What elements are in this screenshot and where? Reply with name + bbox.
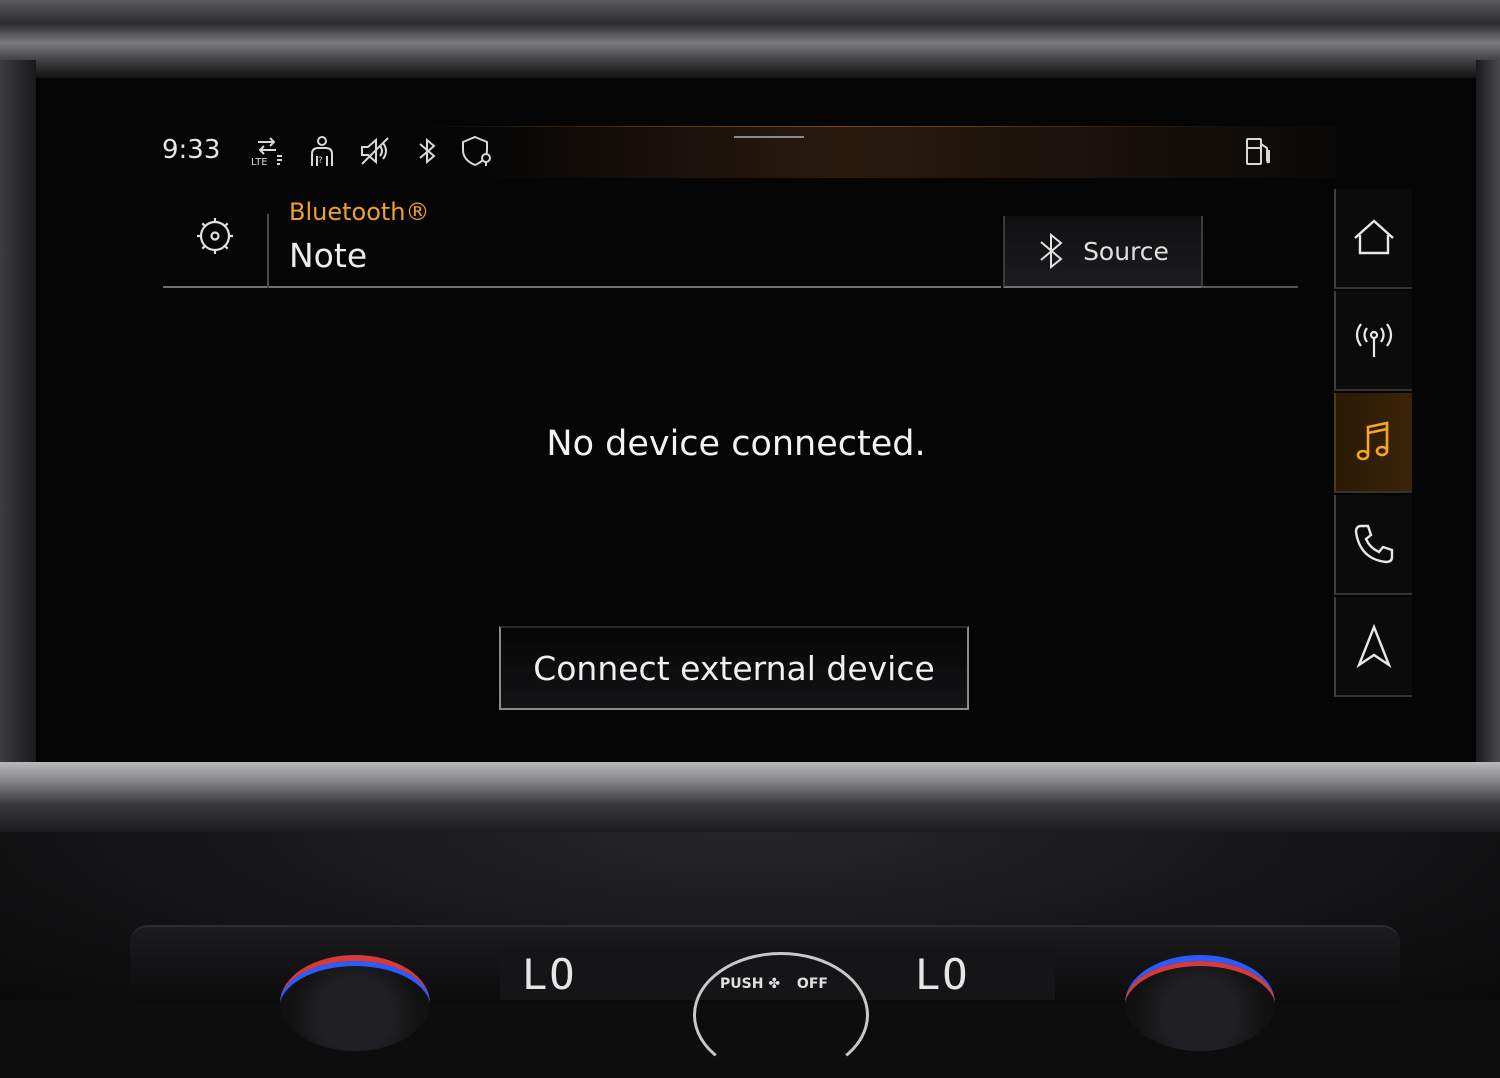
no-device-message: No device connected. bbox=[546, 424, 926, 464]
fan-icon: ✤ bbox=[768, 976, 781, 992]
infotainment-screen: 9:33 LTE ? Bluetooth® Note Source No dev… bbox=[36, 78, 1476, 762]
screen-bezel-top bbox=[0, 0, 1500, 78]
header-underline bbox=[1201, 186, 1298, 288]
nav-media[interactable] bbox=[1334, 393, 1412, 493]
screen-bezel-right bbox=[1476, 60, 1500, 780]
nav-phone[interactable] bbox=[1334, 495, 1412, 595]
bluetooth-icon bbox=[410, 134, 444, 168]
screen-bezel-left bbox=[0, 60, 36, 780]
settings-button[interactable] bbox=[163, 186, 267, 288]
navigation-arrow-icon bbox=[1356, 623, 1392, 669]
right-temperature-readout: LO bbox=[915, 950, 970, 999]
person-seat-icon: ? bbox=[305, 134, 339, 168]
nav-navigation[interactable] bbox=[1334, 597, 1412, 697]
connect-external-device-button[interactable]: Connect external device bbox=[499, 626, 969, 710]
source-button[interactable]: Source bbox=[1003, 216, 1203, 288]
source-button-label: Source bbox=[1083, 236, 1169, 266]
svg-text:?: ? bbox=[318, 156, 323, 166]
fan-push-label: PUSH bbox=[720, 976, 764, 992]
speaker-muted-icon bbox=[358, 134, 392, 168]
fan-control-label: PUSH ✤ OFF bbox=[720, 976, 828, 992]
fan-off-label: OFF bbox=[796, 976, 828, 992]
status-bar-glow bbox=[416, 126, 1236, 127]
fan-control-arc[interactable] bbox=[693, 952, 869, 1078]
right-temperature-knob[interactable] bbox=[1125, 955, 1275, 1051]
left-temperature-knob[interactable] bbox=[280, 955, 430, 1051]
nav-radio[interactable] bbox=[1334, 291, 1412, 391]
source-name: Bluetooth® bbox=[289, 198, 430, 226]
fuel-icon bbox=[1241, 134, 1275, 168]
bluetooth-icon bbox=[1040, 232, 1063, 270]
gear-icon bbox=[197, 218, 233, 254]
track-title: Note bbox=[289, 236, 368, 275]
main-nav bbox=[1334, 189, 1412, 699]
shield-location-icon bbox=[460, 134, 494, 168]
svg-text:LTE: LTE bbox=[251, 157, 268, 168]
home-icon bbox=[1354, 219, 1394, 255]
header-row: Bluetooth® Note Source bbox=[163, 186, 1298, 288]
lte-data-icon: LTE bbox=[250, 134, 284, 168]
radio-antenna-icon bbox=[1355, 323, 1393, 357]
media-title-area: Bluetooth® Note bbox=[269, 186, 1001, 288]
left-temperature-readout: LO bbox=[522, 950, 577, 999]
nav-home[interactable] bbox=[1334, 189, 1412, 289]
clock: 9:33 bbox=[162, 135, 221, 165]
screen-bezel-bottom bbox=[0, 762, 1500, 832]
music-note-icon bbox=[1356, 421, 1389, 461]
pull-down-handle[interactable] bbox=[734, 136, 804, 138]
phone-icon bbox=[1354, 524, 1394, 564]
